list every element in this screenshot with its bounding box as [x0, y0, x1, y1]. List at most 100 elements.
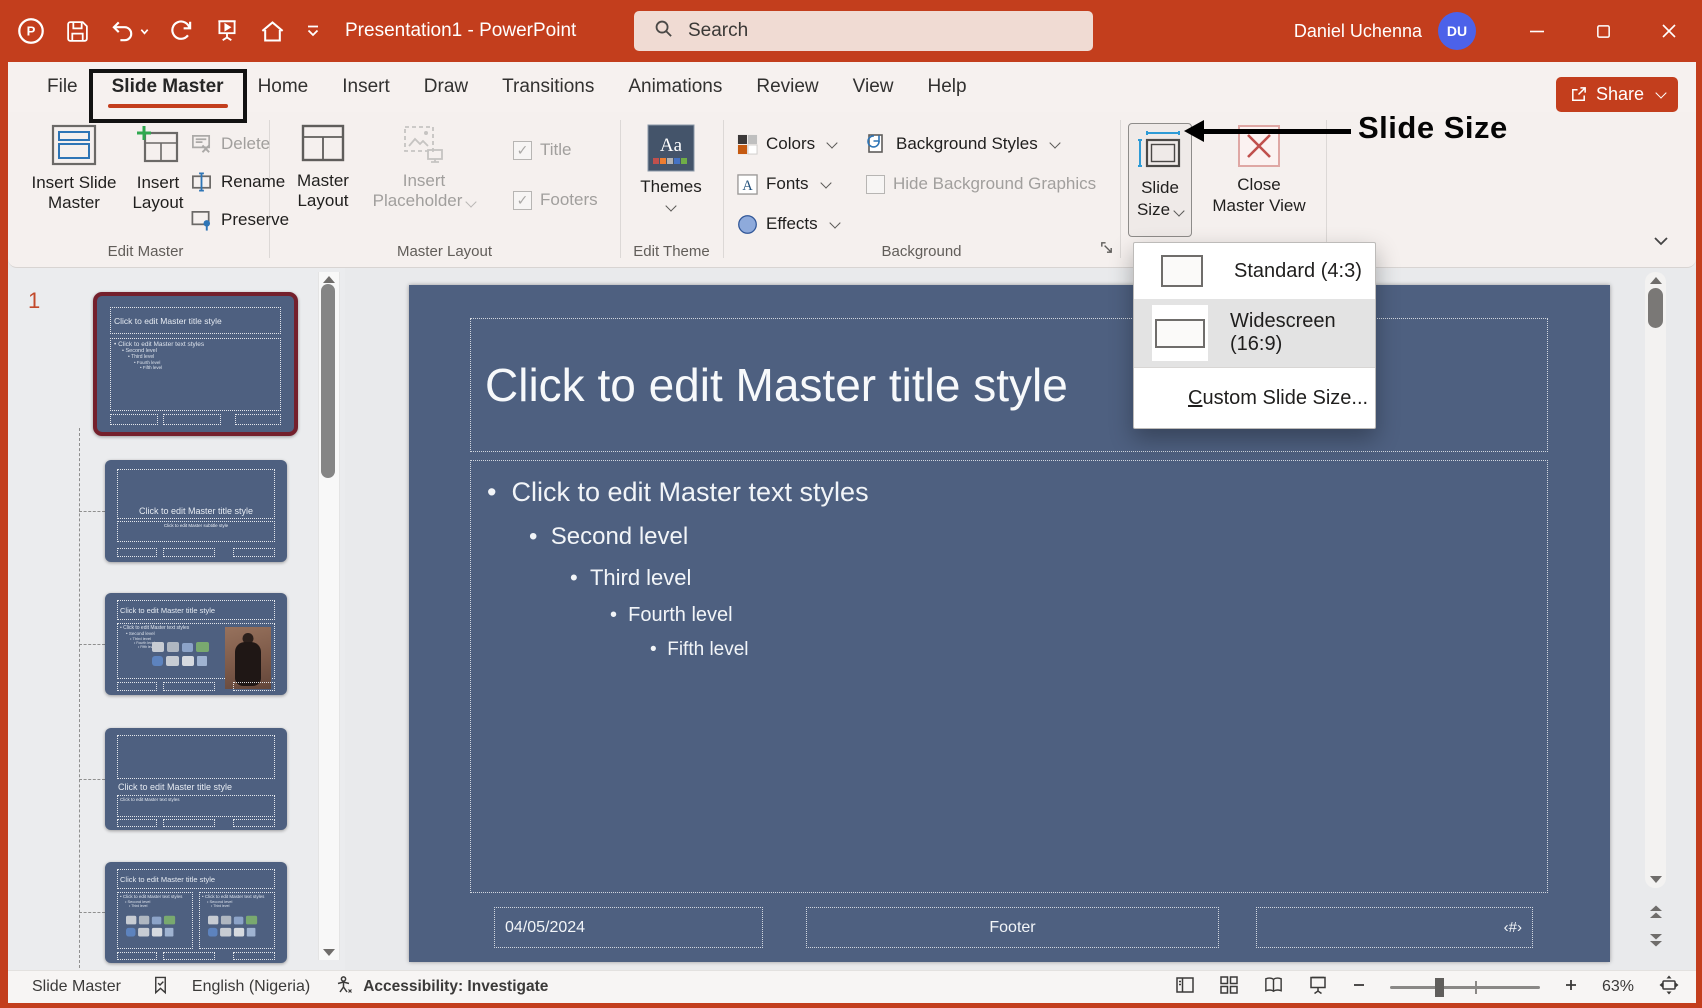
user-name[interactable]: Daniel Uchenna	[1294, 21, 1422, 42]
menu-item-standard[interactable]: Standard (4:3)	[1134, 243, 1375, 299]
scroll-down-icon[interactable]	[1650, 876, 1662, 883]
zoom-level-label[interactable]: 63%	[1602, 978, 1634, 996]
colors-button[interactable]: Colors	[737, 130, 836, 158]
insert-layout-button[interactable]: Insert Layout	[126, 124, 190, 213]
collapse-ribbon-chevron-icon[interactable]	[1650, 230, 1672, 252]
redo-icon[interactable]	[169, 18, 195, 44]
minimize-button[interactable]	[1504, 0, 1570, 62]
thumbnail-panel-scrollbar[interactable]	[318, 272, 340, 960]
thumbnail-two-content-layout[interactable]: Click to edit Master title style Click t…	[105, 862, 287, 963]
start-slideshow-icon[interactable]	[214, 18, 240, 44]
tab-transitions[interactable]: Transitions	[485, 62, 611, 112]
hide-background-graphics-label: Hide Background Graphics	[893, 174, 1096, 194]
zoom-slider-thumb[interactable]	[1435, 978, 1444, 997]
undo-icon[interactable]	[109, 18, 150, 44]
tab-insert[interactable]: Insert	[325, 62, 407, 112]
thumbnail-photo	[225, 627, 271, 689]
slide-number-placeholder[interactable]: ‹#›	[1256, 907, 1533, 948]
tab-home[interactable]: Home	[241, 62, 326, 112]
thumbnail-slide-master[interactable]: Click to edit Master title style Click t…	[93, 292, 298, 436]
bullet-level-4: Fourth level	[610, 604, 1547, 627]
tab-help[interactable]: Help	[911, 62, 984, 112]
group-master-layout: Master Layout Insert Placeholder Title F…	[269, 112, 620, 268]
tab-slide-master[interactable]: Slide Master	[95, 62, 241, 112]
insert-placeholder-label: Insert Placeholder	[369, 171, 479, 211]
tab-animations[interactable]: Animations	[611, 62, 739, 112]
view-name-label: Slide Master	[32, 978, 121, 996]
delete-label: Delete	[221, 134, 270, 154]
background-styles-button[interactable]: Background Styles	[866, 130, 1059, 158]
fit-slide-to-window-icon[interactable]	[1658, 974, 1680, 1001]
tab-view[interactable]: View	[836, 62, 911, 112]
body-placeholder[interactable]: Click to edit Master text styles Second …	[470, 460, 1548, 893]
user-avatar[interactable]: DU	[1438, 12, 1476, 50]
thumbnail-content-layout[interactable]: Click to edit Master title style Click t…	[105, 593, 287, 695]
customize-quick-access-icon[interactable]	[305, 23, 321, 39]
zoom-slider[interactable]	[1390, 986, 1540, 989]
menu-item-widescreen-label: Widescreen (16:9)	[1230, 310, 1375, 356]
tab-review[interactable]: Review	[739, 62, 835, 112]
slide-sorter-view-icon[interactable]	[1219, 975, 1239, 1000]
effects-button[interactable]: Effects	[737, 210, 839, 238]
window-border-right	[1696, 62, 1702, 1008]
fonts-icon: A	[737, 174, 758, 195]
date-placeholder[interactable]: 04/05/2024	[494, 907, 763, 948]
share-button[interactable]: Share	[1556, 77, 1678, 112]
title-placeholder[interactable]: Click to edit Master title style	[470, 318, 1548, 452]
close-button[interactable]	[1636, 0, 1702, 62]
thumbnail-scrollbar-thumb[interactable]	[321, 284, 335, 478]
footer-placeholder[interactable]: Footer	[806, 907, 1219, 948]
proofing-icon[interactable]	[151, 975, 170, 1000]
close-master-view-button[interactable]: Close Master View	[1200, 124, 1318, 236]
insert-placeholder-button: Insert Placeholder	[369, 124, 479, 211]
home-icon[interactable]	[259, 18, 286, 45]
slide-size-button[interactable]: Slide Size	[1128, 123, 1192, 237]
master-layout-icon	[301, 124, 345, 164]
scroll-up-icon[interactable]	[323, 276, 335, 283]
footer-text: Footer	[989, 919, 1035, 937]
scroll-up-icon[interactable]	[1650, 277, 1662, 284]
normal-view-icon[interactable]	[1175, 975, 1195, 1000]
slide-master-editing-area: Click to edit Master title style Click t…	[409, 285, 1610, 962]
maximize-button[interactable]	[1570, 0, 1636, 62]
group-edit-master: Insert Slide Master Insert Layout Delete	[22, 112, 269, 268]
save-icon[interactable]	[65, 19, 90, 44]
background-dialog-launcher-icon[interactable]	[1099, 240, 1114, 260]
menu-item-custom-slide-size[interactable]: Custom Slide Size...	[1134, 368, 1375, 428]
tab-slide-master-label: Slide Master	[112, 76, 224, 98]
scroll-down-icon[interactable]	[323, 949, 335, 956]
accessibility-icon[interactable]	[334, 975, 354, 1000]
themes-icon: Aa	[647, 124, 695, 172]
tab-draw[interactable]: Draw	[407, 62, 485, 112]
zoom-in-button[interactable]	[1564, 978, 1578, 997]
thumb-two-content-title: Click to edit Master title style	[120, 875, 215, 884]
search-input[interactable]: Search	[634, 11, 1093, 51]
thumbnail-section-layout[interactable]: Click to edit Master title style Click t…	[105, 728, 287, 830]
zoom-out-button[interactable]	[1352, 978, 1366, 997]
slide-canvas: Click to edit Master title style Click t…	[345, 268, 1696, 970]
quick-access-toolbar: P	[16, 0, 321, 62]
fonts-button[interactable]: A Fonts	[737, 170, 830, 198]
next-slide-button[interactable]	[1645, 928, 1666, 952]
language-label[interactable]: English (Nigeria)	[192, 978, 310, 996]
thumb-content-title: Click to edit Master title style	[120, 606, 215, 615]
title-placeholder-text: Click to edit Master title style	[485, 358, 1068, 412]
themes-button[interactable]: Aa Themes	[636, 124, 706, 210]
reading-view-icon[interactable]	[1263, 975, 1284, 1000]
insert-slide-master-button[interactable]: Insert Slide Master	[26, 124, 122, 213]
slide-scrollbar-thumb[interactable]	[1648, 288, 1663, 328]
master-layout-label: Master Layout	[283, 171, 363, 211]
powerpoint-logo-icon[interactable]: P	[16, 16, 46, 46]
previous-slide-button[interactable]	[1645, 900, 1666, 924]
tab-file[interactable]: File	[30, 62, 95, 112]
status-bar-right: 63%	[1175, 971, 1680, 1003]
slide-show-icon[interactable]	[1308, 975, 1328, 1000]
menu-item-widescreen[interactable]: Widescreen (16:9)	[1134, 299, 1375, 367]
master-layout-button[interactable]: Master Layout	[283, 124, 363, 211]
thumbnail-title-layout[interactable]: Click to edit Master title style Click t…	[105, 460, 287, 562]
accessibility-status-label[interactable]: Accessibility: Investigate	[363, 978, 548, 996]
svg-text:A: A	[742, 177, 753, 193]
title-checkbox: Title	[513, 136, 572, 164]
thumb-master-title: Click to edit Master title style	[114, 316, 222, 326]
slide-area-scrollbar[interactable]	[1645, 272, 1666, 888]
